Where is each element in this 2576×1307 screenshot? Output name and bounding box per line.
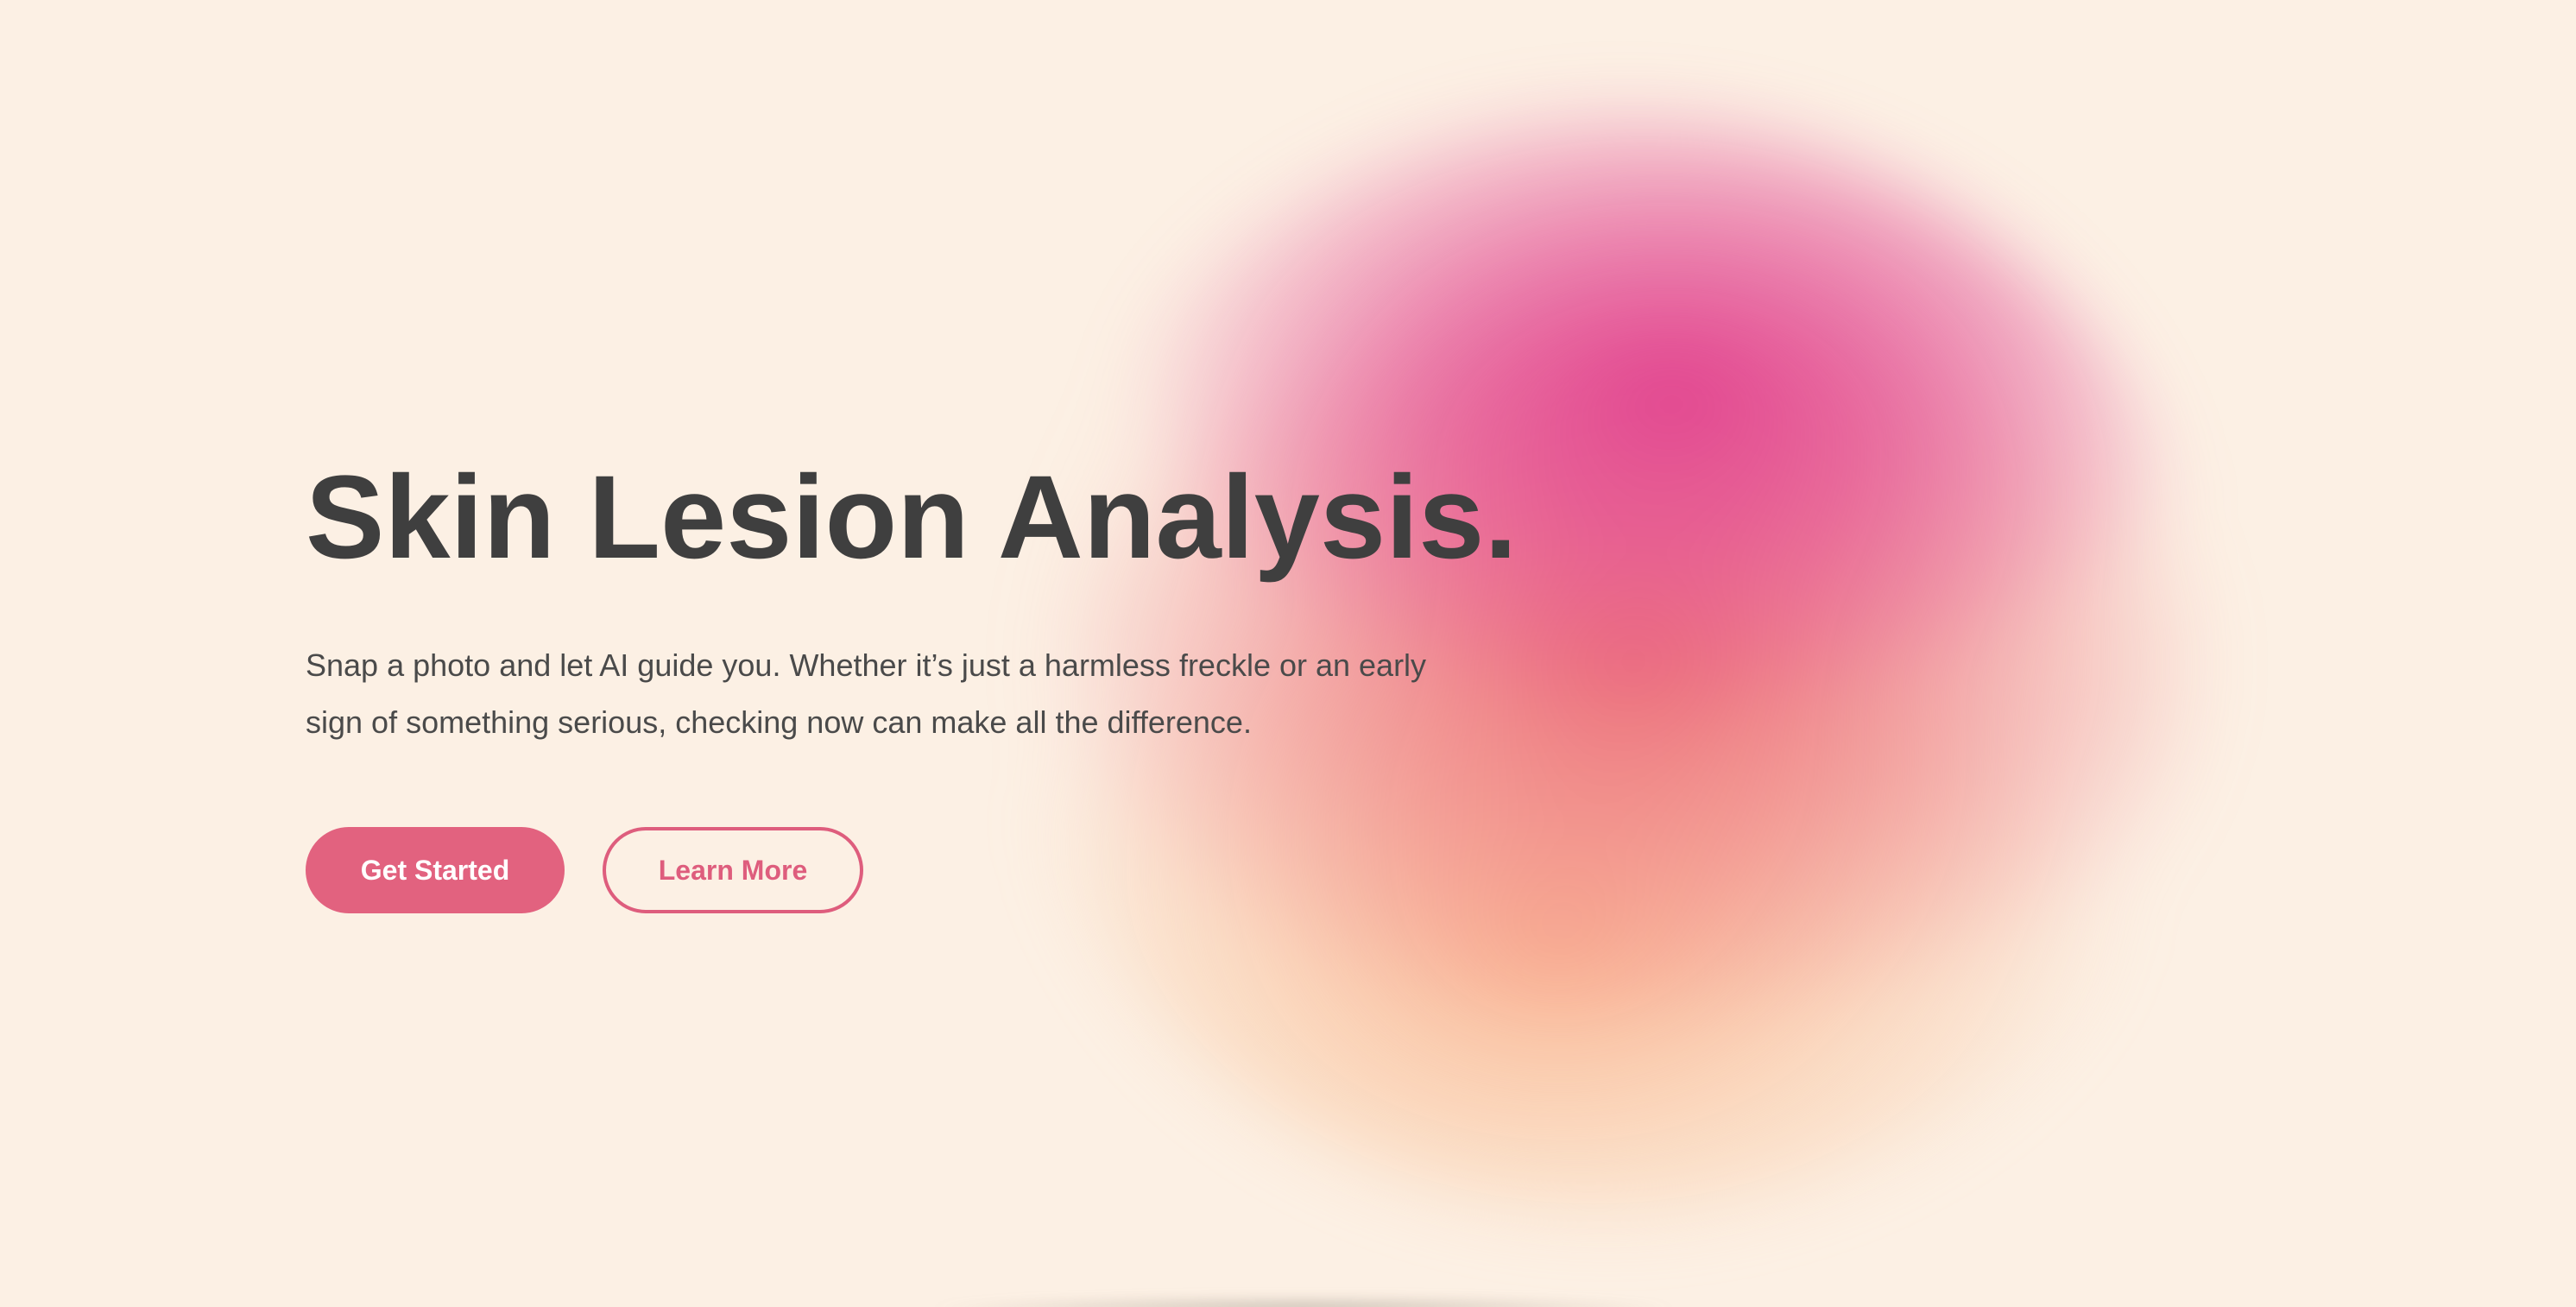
landing-page: Skin Lesion Analysis. Snap a photo and l… <box>0 0 2576 1307</box>
hero-subtitle: Snap a photo and let AI guide you. Wheth… <box>306 647 1427 740</box>
bottom-shadow-decoration <box>924 1295 1683 1307</box>
hero-title: Skin Lesion Analysis. <box>306 451 1518 584</box>
hero-section: Skin Lesion Analysis. Snap a photo and l… <box>306 449 1601 913</box>
hero-buttons: Get Started Learn More <box>306 827 1601 913</box>
get-started-button[interactable]: Get Started <box>306 827 565 913</box>
learn-more-button[interactable]: Learn More <box>603 827 863 913</box>
